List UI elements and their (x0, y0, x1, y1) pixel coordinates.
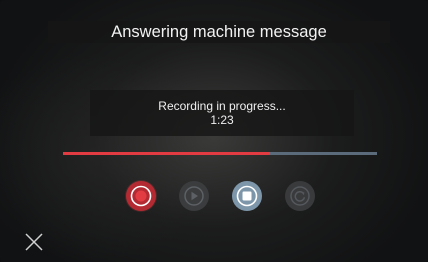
replay-icon (290, 186, 310, 206)
close-icon (25, 233, 43, 251)
play-icon (184, 186, 204, 206)
recording-progress-bar (63, 152, 377, 155)
replay-button[interactable] (285, 181, 315, 211)
recording-progress-fill (63, 152, 271, 155)
close-button[interactable] (24, 232, 44, 252)
recording-screen: Answering machine message Recording in p… (0, 0, 428, 262)
play-button[interactable] (179, 181, 209, 211)
stop-icon (236, 185, 258, 207)
screen-title: Answering machine message (48, 21, 390, 43)
record-button[interactable] (126, 181, 156, 211)
recording-status-text: Recording in progress... (158, 99, 286, 113)
recording-elapsed-time: 1:23 (210, 113, 234, 127)
stop-button[interactable] (232, 181, 262, 211)
record-icon (130, 185, 152, 207)
recording-status-panel: Recording in progress... 1:23 (90, 90, 354, 136)
